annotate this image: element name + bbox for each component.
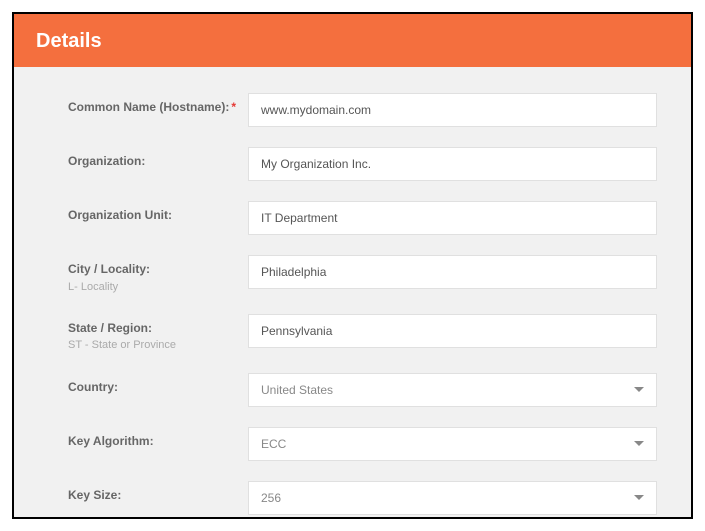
chevron-down-icon [634, 495, 644, 500]
key-size-select[interactable]: 256 [248, 481, 657, 515]
label-text: Country: [68, 380, 118, 394]
row-organization: Organization: [68, 147, 657, 181]
row-org-unit: Organization Unit: [68, 201, 657, 235]
chevron-down-icon [634, 441, 644, 446]
key-size-value: 256 [261, 491, 281, 505]
row-key-size: Key Size: 256 [68, 481, 657, 515]
country-value: United States [261, 383, 333, 397]
label-common-name: Common Name (Hostname):* [68, 93, 248, 116]
country-select[interactable]: United States [248, 373, 657, 407]
label-text: Organization Unit: [68, 208, 172, 222]
label-text: Common Name (Hostname): [68, 100, 229, 114]
label-key-size: Key Size: [68, 481, 248, 504]
state-input[interactable] [248, 314, 657, 348]
label-text: Key Size: [68, 488, 121, 502]
label-state-hint: ST - State or Province [68, 338, 248, 352]
org-unit-input[interactable] [248, 201, 657, 235]
label-text: State / Region: [68, 321, 152, 335]
label-text: City / Locality: [68, 262, 150, 276]
label-text: Key Algorithm: [68, 434, 154, 448]
key-algorithm-value: ECC [261, 437, 286, 451]
chevron-down-icon [634, 387, 644, 392]
label-country: Country: [68, 373, 248, 396]
label-city: City / Locality: L- Locality [68, 255, 248, 294]
key-algorithm-select[interactable]: ECC [248, 427, 657, 461]
required-marker: * [231, 100, 236, 114]
row-key-algorithm: Key Algorithm: ECC [68, 427, 657, 461]
label-key-algorithm: Key Algorithm: [68, 427, 248, 450]
city-input[interactable] [248, 255, 657, 289]
row-state: State / Region: ST - State or Province [68, 314, 657, 353]
label-state: State / Region: ST - State or Province [68, 314, 248, 353]
panel-title: Details [36, 30, 102, 52]
organization-input[interactable] [248, 147, 657, 181]
label-org-unit: Organization Unit: [68, 201, 248, 224]
form: Common Name (Hostname):* Organization: O… [14, 67, 691, 519]
panel-header: Details [14, 14, 691, 67]
details-panel: Details Common Name (Hostname):* Organiz… [12, 12, 693, 519]
row-common-name: Common Name (Hostname):* [68, 93, 657, 127]
row-country: Country: United States [68, 373, 657, 407]
label-city-hint: L- Locality [68, 280, 248, 294]
label-text: Organization: [68, 154, 145, 168]
common-name-input[interactable] [248, 93, 657, 127]
row-city: City / Locality: L- Locality [68, 255, 657, 294]
label-organization: Organization: [68, 147, 248, 170]
